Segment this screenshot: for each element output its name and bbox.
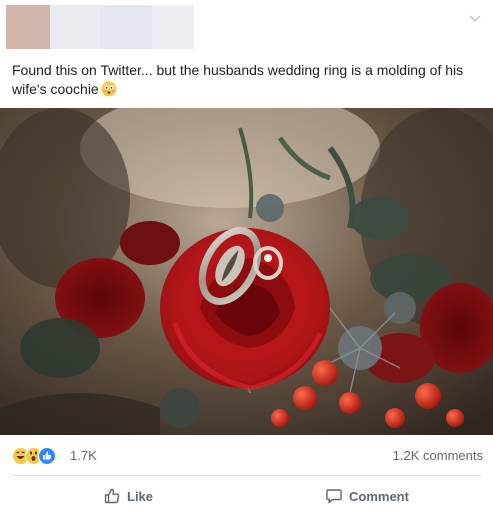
divider xyxy=(12,475,481,476)
avatar[interactable] xyxy=(6,5,50,49)
reaction-icons[interactable] xyxy=(12,447,66,465)
author-name-redacted-2 xyxy=(100,5,152,49)
author-name-redacted-3 xyxy=(152,5,194,49)
comment-button[interactable]: Comment xyxy=(325,482,409,510)
comments-count[interactable]: 1.2K comments xyxy=(393,448,483,463)
post-caption: Found this on Twitter... but the husband… xyxy=(12,61,482,99)
post-actions: Like Comment xyxy=(0,478,493,514)
flushed-face-icon xyxy=(101,81,117,97)
reaction-count[interactable]: 1.7K xyxy=(70,448,97,463)
post-photo[interactable] xyxy=(0,108,493,435)
chevron-down-icon[interactable] xyxy=(467,10,483,26)
post-header xyxy=(0,0,493,56)
facebook-post: Found this on Twitter... but the husband… xyxy=(0,0,493,515)
comment-bubble-icon xyxy=(325,487,343,505)
author-name-redacted[interactable] xyxy=(50,5,100,49)
comment-label: Comment xyxy=(349,488,409,504)
post-stats: 1.7K 1.2K comments xyxy=(0,435,493,473)
caption-text: Found this on Twitter... but the husband… xyxy=(12,62,464,97)
thumbs-up-icon xyxy=(103,487,121,505)
like-reaction-icon xyxy=(38,447,56,465)
like-button[interactable]: Like xyxy=(103,482,153,510)
like-label: Like xyxy=(127,488,154,504)
